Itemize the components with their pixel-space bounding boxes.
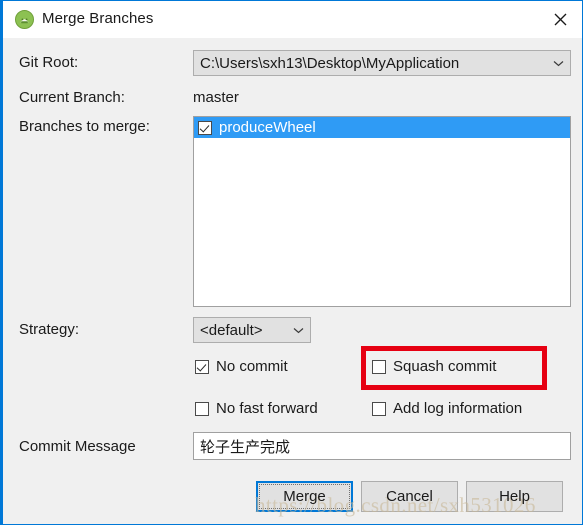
android-studio-icon (15, 10, 34, 29)
branch-name: produceWheel (219, 119, 316, 136)
add-log-information-checkbox[interactable]: Add log information (372, 400, 522, 417)
no-commit-label: No commit (216, 358, 288, 375)
strategy-value: <default> (200, 321, 263, 339)
checkbox-box (195, 359, 209, 374)
cancel-button-label: Cancel (386, 488, 433, 505)
no-fast-forward-checkbox[interactable]: No fast forward (195, 400, 318, 417)
commit-message-label: Commit Message (19, 438, 136, 455)
squash-commit-checkbox[interactable]: Squash commit (372, 358, 496, 375)
chevron-down-icon (546, 60, 570, 67)
current-branch-label: Current Branch: (19, 89, 125, 106)
branch-checkbox[interactable] (198, 120, 212, 135)
branches-to-merge-label: Branches to merge: (19, 118, 150, 135)
merge-button-label: Merge (283, 488, 326, 505)
git-root-value: C:\Users\sxh13\Desktop\MyApplication (200, 54, 460, 72)
current-branch-value: master (193, 89, 239, 106)
list-item[interactable]: produceWheel (194, 117, 570, 138)
help-button-label: Help (499, 488, 530, 505)
add-log-information-label: Add log information (393, 400, 523, 417)
no-fast-forward-label: No fast forward (216, 400, 318, 417)
merge-branches-dialog: Merge Branches Git Root: C:\Users\sxh13\… (0, 0, 583, 525)
dialog-body: Git Root: C:\Users\sxh13\Desktop\MyAppli… (3, 38, 582, 524)
strategy-label: Strategy: (19, 321, 80, 338)
commit-message-value: 轮子生产完成 (200, 438, 291, 456)
close-icon[interactable] (537, 1, 582, 37)
help-button[interactable]: Help (466, 481, 563, 512)
footer-strip (3, 520, 582, 524)
git-root-label: Git Root: (19, 54, 79, 71)
strategy-combobox[interactable]: <default> (193, 317, 311, 343)
merge-button[interactable]: Merge (256, 481, 353, 512)
branches-listbox[interactable]: produceWheel (193, 116, 571, 307)
commit-message-input[interactable]: 轮子生产完成 (193, 432, 571, 460)
checkbox-box (372, 401, 386, 416)
checkbox-box (195, 401, 209, 416)
squash-commit-label: Squash commit (393, 358, 497, 375)
no-commit-checkbox[interactable]: No commit (195, 358, 288, 375)
chevron-down-icon (286, 327, 310, 334)
cancel-button[interactable]: Cancel (361, 481, 458, 512)
title-bar: Merge Branches (3, 1, 582, 39)
window-title: Merge Branches (42, 10, 154, 27)
git-root-combobox[interactable]: C:\Users\sxh13\Desktop\MyApplication (193, 50, 571, 76)
checkbox-box (372, 359, 386, 374)
